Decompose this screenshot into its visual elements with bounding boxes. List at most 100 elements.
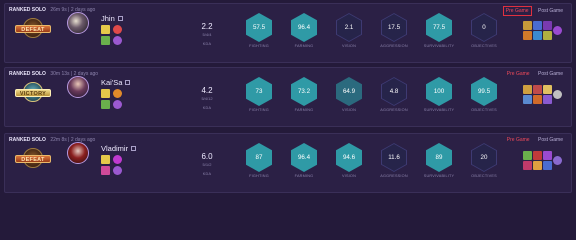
- match-tabs: Pre Game Post Game: [502, 136, 565, 144]
- item-icon[interactable]: [543, 161, 552, 170]
- match-card[interactable]: RANKED SOLO 22m 8s | 2 days ago Pre Game…: [4, 133, 572, 193]
- score-hexagon: 73: [246, 77, 272, 106]
- metric-label: OBJECTIVES: [471, 174, 497, 178]
- kda-block: 2.2 5/4/4 KDA: [195, 22, 219, 46]
- metric-value: 87: [255, 154, 263, 161]
- score-hexagon: 11.6: [381, 143, 407, 172]
- item-icon[interactable]: [523, 95, 532, 104]
- metric-value: 73.2: [297, 88, 311, 95]
- metric-value: 20: [480, 154, 488, 161]
- kda-score: 5/1/2: [202, 162, 212, 167]
- kda-label: KDA: [202, 106, 212, 110]
- metric-value: 96.4: [297, 154, 311, 161]
- match-card[interactable]: RANKED SOLO 30m 13s | 2 days ago Pre Gam…: [4, 67, 572, 127]
- kda-label: KDA: [202, 42, 212, 46]
- score-hexagon: 96.4: [291, 13, 317, 42]
- trinket-icon[interactable]: [553, 26, 562, 35]
- metric-survivability: 100 SURVIVABILITY: [421, 77, 457, 121]
- queue-type: RANKED SOLO: [9, 7, 46, 13]
- score-hexagon: 4.8: [381, 77, 407, 106]
- metric-farming: 96.4 FARMING: [286, 143, 322, 187]
- score-hexagon: 87: [246, 143, 272, 172]
- metric-label: OBJECTIVES: [471, 108, 497, 112]
- match-outcome-emblem: DEFEAT: [15, 148, 51, 170]
- item-icon[interactable]: [523, 161, 532, 170]
- item-icon[interactable]: [523, 151, 532, 160]
- item-icon[interactable]: [543, 151, 552, 160]
- metric-farming: 73.2 FARMING: [286, 77, 322, 121]
- metric-label: AGGRESSION: [380, 44, 408, 48]
- metric-vision: 64.9 VISION: [331, 77, 367, 121]
- tab-post-game[interactable]: Post Game: [536, 136, 565, 144]
- match-outcome-emblem: VICTORY: [15, 82, 51, 104]
- tab-pre-game[interactable]: Pre Game: [502, 6, 532, 16]
- metric-label: AGGRESSION: [380, 174, 408, 178]
- summoner-spell-icon: [101, 155, 110, 164]
- champion-portrait[interactable]: [67, 12, 89, 34]
- trinket-icon[interactable]: [553, 156, 562, 165]
- metric-vision: 2.1 VISION: [331, 13, 367, 57]
- score-hexagon: 20: [471, 143, 497, 172]
- summoner-spell-icon: [101, 166, 110, 175]
- match-outcome-emblem: DEFEAT: [15, 18, 51, 40]
- metric-label: FIGHTING: [249, 174, 269, 178]
- metric-farming: 96.4 FARMING: [286, 13, 322, 57]
- champion-portrait[interactable]: [67, 76, 89, 98]
- score-hexagon: 100: [426, 77, 452, 106]
- metric-label: FARMING: [294, 108, 314, 112]
- metric-value: 2.1: [344, 24, 354, 31]
- item-icon[interactable]: [543, 95, 552, 104]
- item-icon[interactable]: [533, 151, 542, 160]
- match-card[interactable]: RANKED SOLO 26m 9s | 2 days ago Pre Game…: [4, 3, 572, 63]
- metric-value: 99.5: [477, 88, 491, 95]
- score-hexagon: 77.5: [426, 13, 452, 42]
- metric-value: 0: [482, 24, 486, 31]
- champion-name-row: Vladimir: [101, 144, 137, 153]
- score-hexagon: 94.6: [336, 143, 362, 172]
- item-icon[interactable]: [533, 21, 542, 30]
- score-hexagon: 99.5: [471, 77, 497, 106]
- outcome-label: VICTORY: [15, 89, 51, 97]
- item-icon[interactable]: [533, 161, 542, 170]
- item-icon[interactable]: [523, 21, 532, 30]
- item-icon[interactable]: [543, 31, 552, 40]
- tab-post-game[interactable]: Post Game: [536, 70, 565, 78]
- summoner-spell-icon: [101, 25, 110, 34]
- score-hexagon: 96.4: [291, 143, 317, 172]
- rune-icon: [113, 100, 122, 109]
- metric-value: 77.5: [432, 24, 446, 31]
- rune-icon: [113, 166, 122, 175]
- item-icon[interactable]: [543, 85, 552, 94]
- kda-block: 4.2 5/4/12 KDA: [195, 86, 219, 110]
- trinket-icon[interactable]: [553, 90, 562, 99]
- item-icon[interactable]: [533, 31, 542, 40]
- champion-name: Kai'Sa: [101, 78, 123, 87]
- metric-label: OBJECTIVES: [471, 44, 497, 48]
- metric-fighting: 87 FIGHTING: [241, 143, 277, 187]
- score-hexagon: 17.5: [381, 13, 407, 42]
- item-icon[interactable]: [523, 31, 532, 40]
- outcome-label: DEFEAT: [15, 155, 51, 163]
- champion-portrait[interactable]: [67, 142, 89, 164]
- tab-pre-game[interactable]: Pre Game: [505, 70, 532, 78]
- metric-label: FIGHTING: [249, 108, 269, 112]
- metric-value: 64.9: [342, 88, 356, 95]
- tab-pre-game[interactable]: Pre Game: [505, 136, 532, 144]
- kda-label: KDA: [202, 172, 212, 176]
- match-duration: 30m 13s: [50, 71, 70, 77]
- kda-ratio: 6.0: [201, 152, 213, 161]
- metric-objectives: 0 OBJECTIVES: [466, 13, 502, 57]
- item-icon[interactable]: [533, 85, 542, 94]
- match-duration: 26m 9s: [50, 7, 67, 13]
- score-hexagon: 0: [471, 13, 497, 42]
- champion-name: Vladimir: [101, 144, 129, 153]
- metric-value: 57.5: [252, 24, 266, 31]
- metric-label: VISION: [341, 44, 357, 48]
- item-icon[interactable]: [523, 85, 532, 94]
- item-icon[interactable]: [533, 95, 542, 104]
- champion-name-row: Kai'Sa: [101, 78, 131, 87]
- item-icon[interactable]: [543, 21, 552, 30]
- metric-label: FARMING: [294, 174, 314, 178]
- kda-score: 5/4/12: [201, 96, 213, 101]
- tab-post-game[interactable]: Post Game: [536, 7, 565, 15]
